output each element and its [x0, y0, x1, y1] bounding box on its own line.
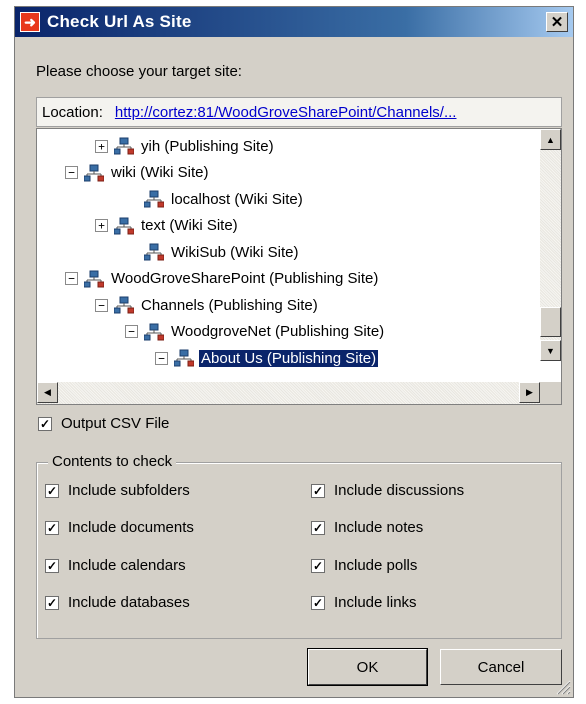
network-site-icon: [174, 349, 194, 367]
tree-node-label: WikiSub (Wiki Site): [171, 243, 299, 261]
title-bar[interactable]: ➜ Check Url As Site ✕: [15, 7, 573, 37]
resize-grip-icon[interactable]: [553, 677, 571, 695]
expand-icon[interactable]: +: [95, 139, 108, 153]
cancel-label: Cancel: [477, 658, 525, 676]
tree-node-label: yih (Publishing Site): [141, 137, 274, 155]
include-label: Include polls: [334, 557, 418, 574]
cancel-button[interactable]: Cancel: [440, 649, 562, 685]
tree-node-label: text (Wiki Site): [141, 217, 238, 234]
tree-node[interactable]: localhost (Wiki Site): [125, 186, 305, 212]
tree-node-label: WoodgroveNet (Publishing Site): [171, 323, 385, 340]
include-checkbox[interactable]: ✓ Include documents: [45, 519, 194, 536]
contents-groupbox: Contents to check ✓ Include subfolders ✓ In…: [36, 453, 562, 639]
scroll-up-button[interactable]: ▲: [540, 129, 561, 150]
tree-node[interactable]: + text (Wiki Site): [95, 213, 240, 239]
tree-node-label: Channels (Publishing Site): [141, 296, 318, 314]
close-button[interactable]: ✕: [546, 12, 568, 32]
scroll-right-button[interactable]: ▶: [519, 382, 540, 403]
location-label: Location:: [42, 103, 103, 121]
include-checkbox[interactable]: ✓ Include links: [311, 594, 417, 611]
tree-node[interactable]: − WoodgroveNet (Publishing Site): [125, 319, 386, 345]
tree-node-label: About Us (Publishing Site): [197, 348, 380, 368]
include-checkbox[interactable]: ✓ Include discussions: [311, 482, 464, 499]
scroll-down-button[interactable]: ▼: [540, 340, 561, 361]
include-checkbox[interactable]: ✓ Include calendars: [45, 557, 186, 574]
network-site-icon: [144, 190, 164, 208]
network-site-icon: [114, 296, 134, 314]
site-tree[interactable]: + yih (Publishing Site) − wiki (Wiki Site) l…: [36, 128, 562, 405]
include-label: Include notes: [334, 519, 424, 536]
output-csv-checkbox[interactable]: ✓ Output CSV File: [38, 415, 169, 432]
checkbox-box[interactable]: ✓: [38, 416, 52, 431]
include-checkbox[interactable]: ✓ Include subfolders: [45, 482, 190, 499]
tree-node-label: WoodGroveSharePoint (Publishing Site): [111, 270, 379, 287]
network-site-icon: [144, 323, 164, 340]
ok-button[interactable]: OK: [307, 648, 428, 686]
include-label: Include discussions: [334, 482, 465, 499]
check-url-dialog: ➜ Check Url As Site ✕ Please choose your…: [14, 6, 574, 698]
collapse-icon[interactable]: −: [65, 272, 78, 285]
checkbox-box[interactable]: ✓: [45, 483, 59, 498]
include-checkbox[interactable]: ✓ Include polls: [311, 557, 417, 574]
include-label: Include links: [334, 594, 417, 611]
ok-label: OK: [356, 658, 379, 676]
scroll-left-button[interactable]: ◀: [37, 382, 58, 403]
contents-legend: Contents to check: [48, 453, 177, 470]
checkbox-box[interactable]: ✓: [311, 483, 325, 498]
tree-node[interactable]: − WoodGroveSharePoint (Publishing Site): [65, 266, 380, 292]
checkbox-box[interactable]: ✓: [45, 520, 59, 535]
checkbox-box[interactable]: ✓: [45, 595, 59, 610]
tree-node[interactable]: − wiki (Wiki Site): [65, 160, 211, 186]
scroll-corner: [540, 382, 561, 404]
location-bar: Location: http://cortez:81/WoodGroveShar…: [36, 97, 562, 127]
collapse-icon[interactable]: −: [155, 351, 168, 365]
network-site-icon: [84, 270, 104, 287]
network-site-icon: [144, 243, 164, 261]
tree-node[interactable]: + yih (Publishing Site): [95, 133, 276, 159]
include-checkbox[interactable]: ✓ Include databases: [45, 594, 190, 611]
checkbox-box[interactable]: ✓: [311, 520, 325, 535]
horizontal-scrollbar[interactable]: ◀ ▶: [37, 382, 540, 404]
collapse-icon[interactable]: −: [125, 325, 138, 338]
network-site-icon: [114, 217, 134, 234]
include-label: Include databases: [68, 594, 190, 611]
location-link[interactable]: http://cortez:81/WoodGroveSharePoint/Cha…: [115, 104, 457, 121]
tree-node[interactable]: WikiSub (Wiki Site): [125, 239, 301, 265]
include-label: Include subfolders: [68, 482, 190, 499]
network-site-icon: [84, 164, 104, 181]
output-csv-label: Output CSV File: [61, 415, 170, 432]
prompt-text: Please choose your target site:: [36, 63, 242, 80]
arrow-right-icon: ➜: [20, 12, 40, 32]
expand-icon[interactable]: +: [95, 219, 108, 232]
checkbox-box[interactable]: ✓: [311, 558, 325, 573]
network-site-icon: [114, 137, 134, 155]
include-label: Include documents: [68, 519, 194, 536]
tree-node[interactable]: − About Us (Publishing Site): [155, 345, 380, 371]
tree-node[interactable]: − Channels (Publishing Site): [95, 292, 320, 318]
checkbox-box[interactable]: ✓: [45, 558, 59, 573]
dialog-title: Check Url As Site: [47, 12, 192, 31]
close-icon: ✕: [550, 14, 564, 31]
include-checkbox[interactable]: ✓ Include notes: [311, 519, 423, 536]
include-label: Include calendars: [68, 557, 186, 574]
scroll-thumb[interactable]: [540, 307, 561, 337]
collapse-icon[interactable]: −: [95, 298, 108, 312]
vertical-scrollbar[interactable]: ▲ ▼: [540, 129, 561, 361]
checkbox-box[interactable]: ✓: [311, 595, 325, 610]
tree-node-label: wiki (Wiki Site): [111, 164, 209, 181]
tree-node-label: localhost (Wiki Site): [171, 190, 303, 208]
collapse-icon[interactable]: −: [65, 166, 78, 179]
